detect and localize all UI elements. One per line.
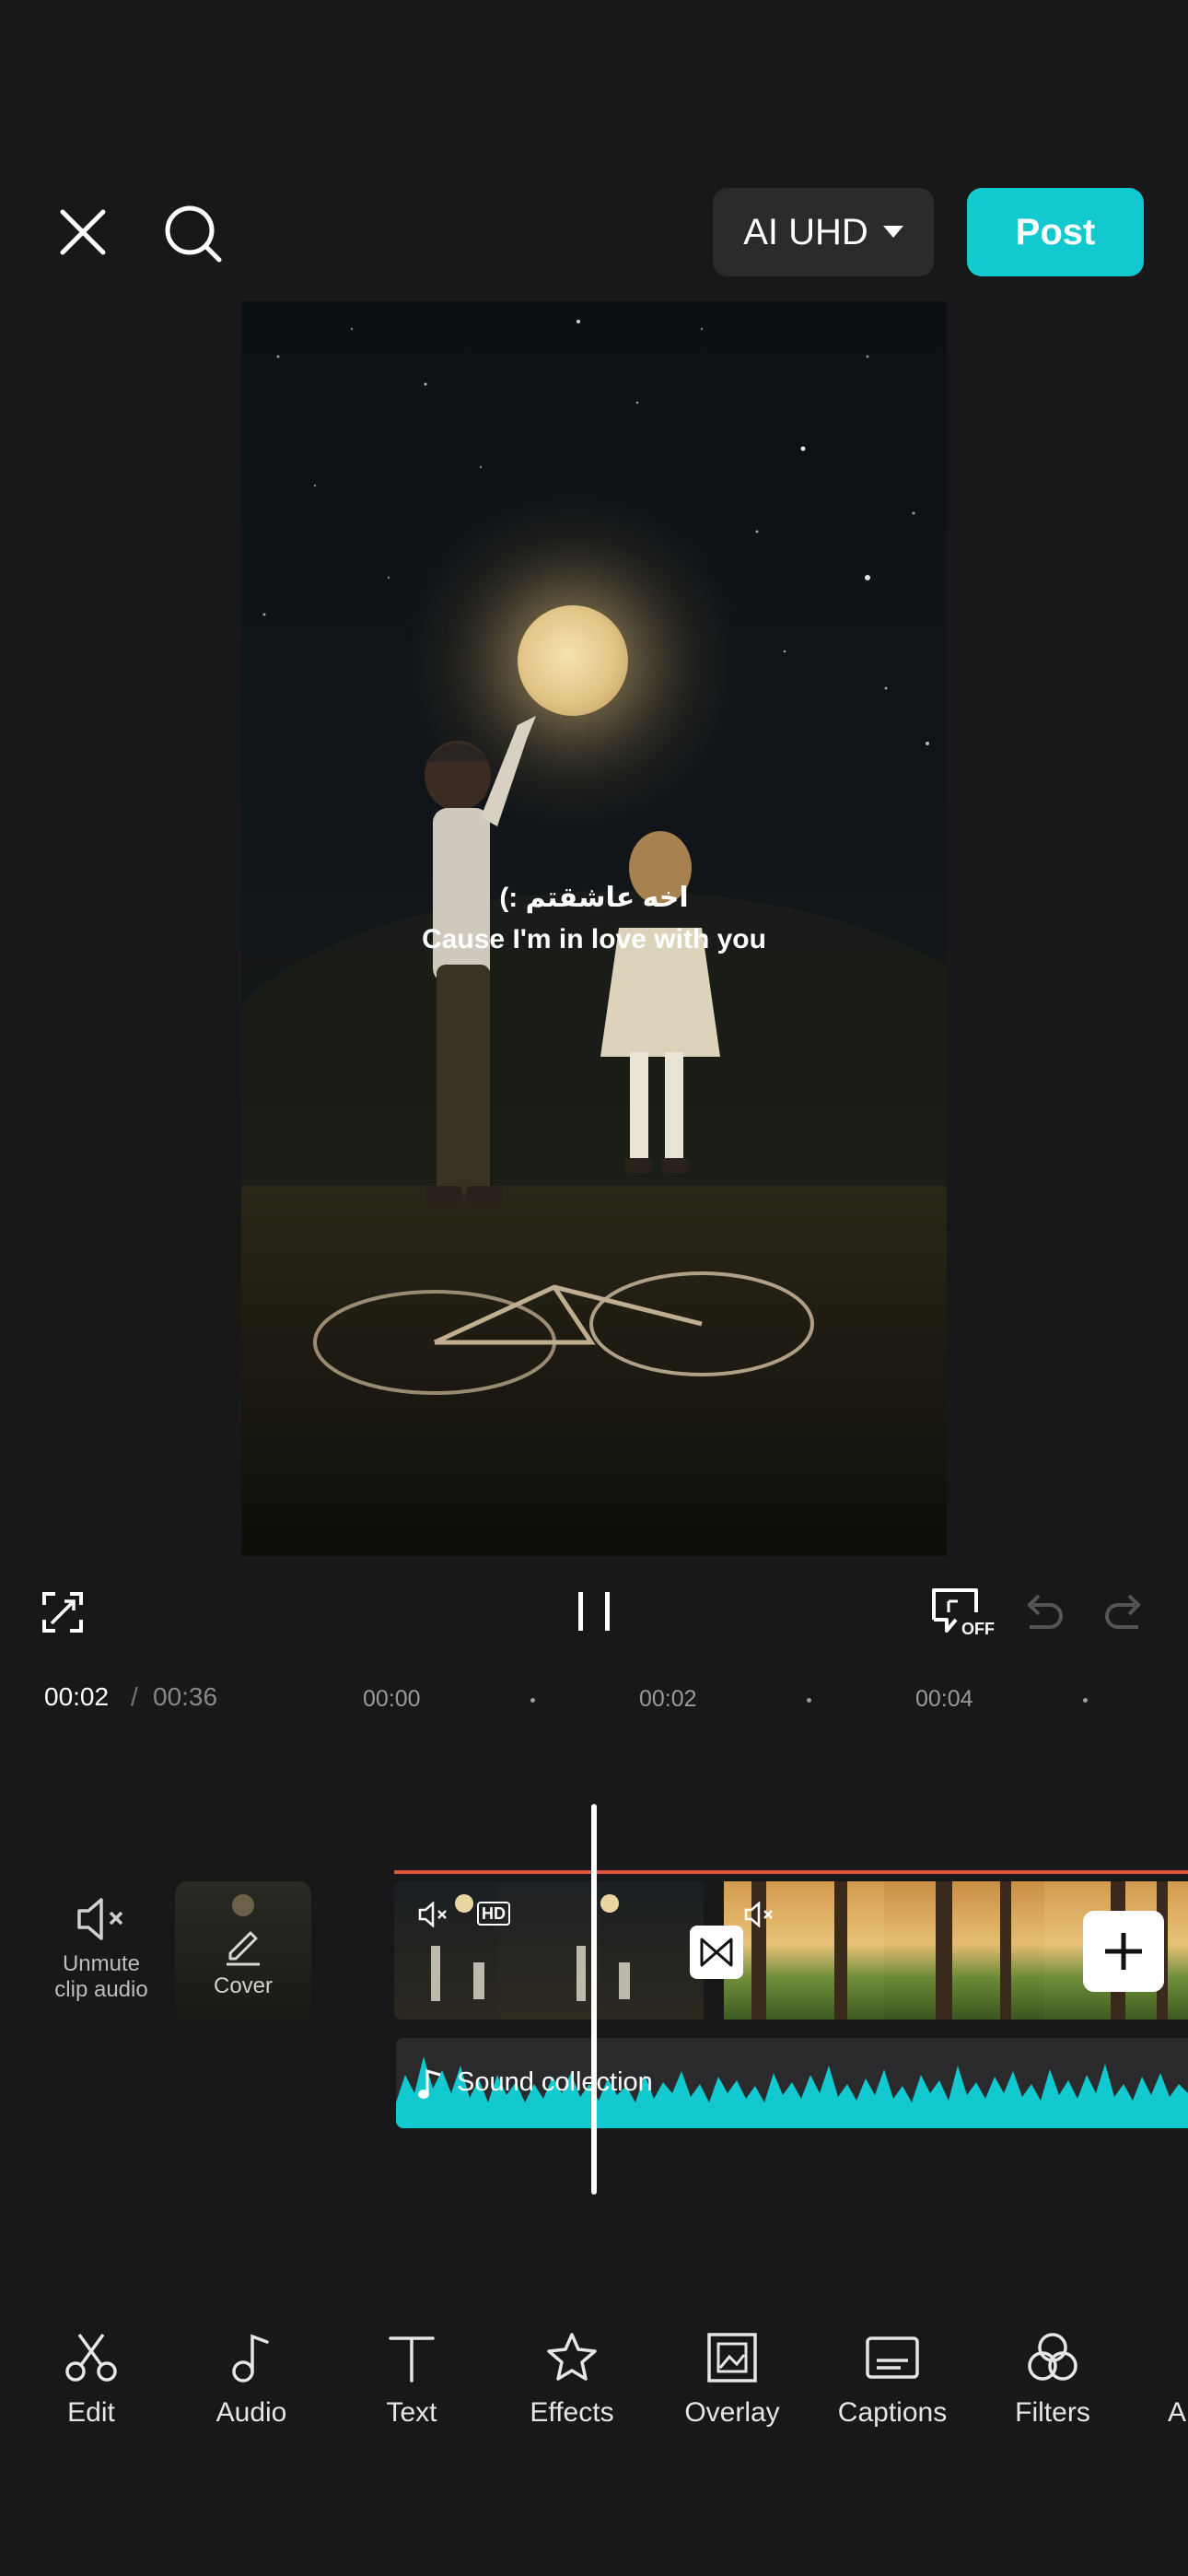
tool-text-label: Text [386, 2397, 437, 2428]
tool-effects[interactable]: Effects [494, 2331, 650, 2429]
pause-button[interactable] [573, 1588, 615, 1634]
tool-overlay-label: Overlay [684, 2397, 780, 2428]
ruler-dot [1083, 1698, 1088, 1703]
girl-figure [600, 831, 720, 1173]
transition-button[interactable] [690, 1926, 743, 1979]
boy-figure [425, 716, 536, 1204]
tool-audio[interactable]: Audio [173, 2331, 330, 2429]
tool-effects-label: Effects [530, 2397, 614, 2428]
clip2-muted-icon [744, 1902, 773, 1927]
close-icon [60, 209, 106, 255]
tool-text[interactable]: Text [333, 2331, 490, 2429]
unmute-label-line1: Unmute [62, 1951, 141, 1976]
unmute-clip-audio-button[interactable]: Unmute clip audio [37, 1896, 166, 2016]
ruler-dot [530, 1698, 535, 1703]
close-button[interactable] [53, 203, 112, 262]
transition-icon [700, 1938, 733, 1967]
filters-icon [1028, 2333, 1077, 2381]
clip-selection-line [394, 1870, 1188, 1874]
tool-captions-label: Captions [837, 2397, 948, 2428]
tool-more[interactable]: A [1162, 2331, 1188, 2451]
quality-dropdown[interactable]: AI UHD [713, 188, 934, 276]
tool-captions[interactable]: Captions [814, 2331, 971, 2429]
search-button[interactable] [162, 203, 225, 265]
fullscreen-button[interactable] [41, 1590, 85, 1634]
music-note-small-icon [418, 2069, 441, 2099]
video-clip-track[interactable]: HD [394, 1881, 1188, 2020]
bicycle [313, 1271, 814, 1395]
time-separator: / [131, 1682, 138, 1711]
hd-badge: HD [477, 1902, 510, 1926]
clip-muted-icon [418, 1902, 447, 1927]
current-time: 00:02 [44, 1682, 110, 1711]
captions-icon [866, 2336, 919, 2379]
redo-button[interactable] [1103, 1590, 1147, 1634]
cover-thumbnail-moon [232, 1894, 254, 1916]
video-preview[interactable]: اخه عاشقتم :) Cause I'm in love with you [241, 301, 947, 1556]
pause-icon [578, 1592, 610, 1631]
quality-label: AI UHD [743, 211, 868, 252]
captions-toggle-state: OFF [961, 1620, 995, 1638]
ruler-tick-label: 00:02 [639, 1686, 697, 1712]
undo-icon [1027, 1594, 1063, 1629]
playhead[interactable] [591, 1804, 597, 2195]
ruler-tick-label: 00:04 [915, 1686, 973, 1712]
captions-toggle-button[interactable]: OFF [928, 1585, 995, 1642]
tool-more-label: A [1168, 2397, 1187, 2428]
tool-edit-label: Edit [67, 2397, 115, 2428]
plus-icon [1105, 1933, 1142, 1970]
total-time: 00:36 [153, 1682, 218, 1711]
cover-button[interactable]: Cover [175, 1881, 311, 2020]
unmute-label-line2: clip audio [54, 1977, 148, 2002]
subtitle-persian: اخه عاشقتم :) [499, 883, 689, 913]
subtitle-english: Cause I'm in love with you [422, 924, 766, 954]
ruler-tick-label: 00:00 [363, 1686, 421, 1712]
tool-overlay[interactable]: Overlay [654, 2331, 810, 2429]
tool-edit[interactable]: Edit [13, 2331, 169, 2429]
music-note-icon [232, 2334, 269, 2383]
tool-filters[interactable]: Filters [974, 2331, 1131, 2429]
redo-icon [1105, 1594, 1141, 1629]
pencil-icon [227, 1931, 260, 1966]
undo-button[interactable] [1020, 1590, 1065, 1634]
search-icon [165, 205, 222, 263]
text-icon [389, 2336, 435, 2383]
add-clip-button[interactable] [1083, 1911, 1164, 1992]
ruler-dot [807, 1698, 811, 1703]
post-button[interactable]: Post [967, 188, 1144, 276]
audio-track-label: Sound collection [457, 2067, 653, 2097]
cover-label: Cover [213, 1973, 274, 1998]
tool-filters-label: Filters [1015, 2397, 1090, 2428]
speaker-muted-icon [77, 1898, 123, 1940]
overlay-icon [707, 2333, 757, 2383]
effects-star-icon [547, 2333, 597, 2381]
fullscreen-icon [42, 1592, 83, 1633]
scissors-icon [65, 2333, 117, 2382]
tool-audio-label: Audio [215, 2397, 287, 2428]
caret-down-icon [882, 226, 903, 238]
